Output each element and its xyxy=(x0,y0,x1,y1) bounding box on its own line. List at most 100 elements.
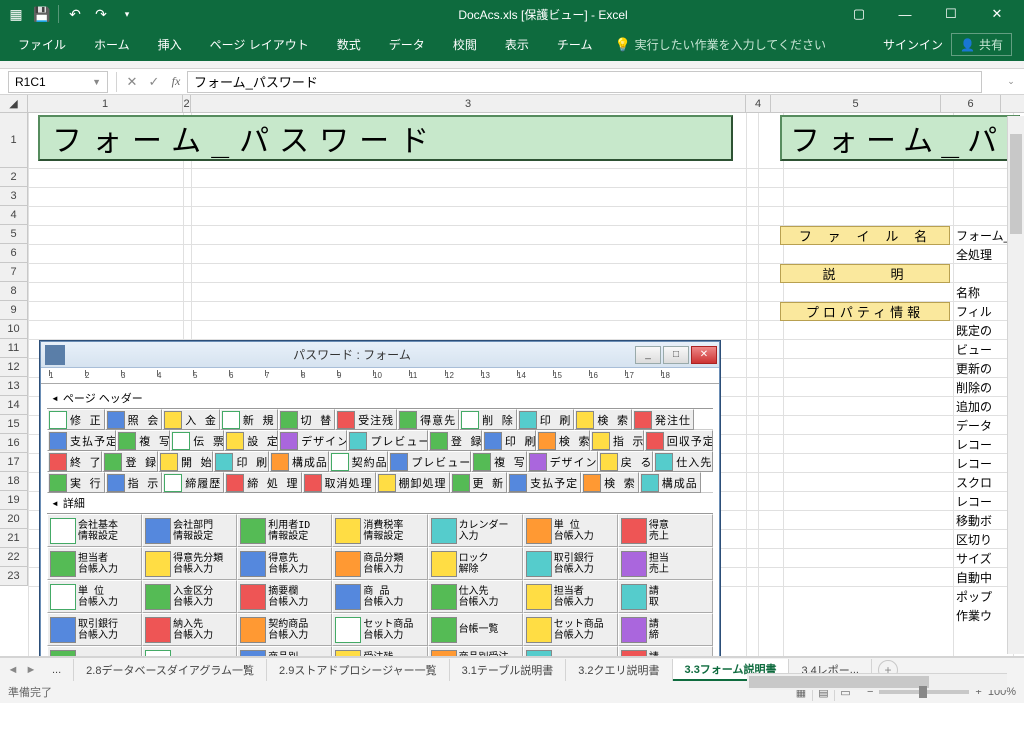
form-detail-button[interactable]: 商品別 受注明細表 xyxy=(237,646,332,657)
form-button[interactable]: 得意先 xyxy=(397,409,459,430)
form-detail-button[interactable]: 会社部門 情報設定 xyxy=(142,514,237,547)
embedded-form-window[interactable]: パスワード : フォーム _ □ ✕ 123456789101112131415… xyxy=(40,341,720,657)
form-button[interactable]: 登 録 xyxy=(428,430,482,451)
form-detail-button[interactable]: セット商品 台帳入力 xyxy=(523,613,618,646)
row-header[interactable]: 15 xyxy=(0,415,28,434)
row-header[interactable]: 16 xyxy=(0,434,28,453)
row-header[interactable]: 11 xyxy=(0,339,28,358)
form-detail-button[interactable]: 消費税率 情報設定 xyxy=(332,514,427,547)
col-header[interactable]: 4 xyxy=(746,95,771,112)
form-button[interactable]: 印 刷 xyxy=(517,409,575,430)
row-header[interactable]: 6 xyxy=(0,244,28,263)
form-button[interactable]: デザイン xyxy=(527,451,598,472)
label-cell-prop[interactable]: プロパティ情報 xyxy=(780,302,950,321)
sheet-tab[interactable]: 2.8データベースダイアグラム一覧 xyxy=(74,659,267,681)
col-header[interactable]: 3 xyxy=(191,95,746,112)
form-detail-button[interactable]: 商品分類 台帳入力 xyxy=(332,547,427,580)
form-button[interactable]: 終 了 xyxy=(47,451,102,472)
form-detail-button[interactable]: 受注入力 xyxy=(47,646,142,657)
form-detail-button[interactable]: カレンダー 入力 xyxy=(428,514,523,547)
zoom-slider[interactable] xyxy=(879,690,969,694)
sheet-tab[interactable]: 3.1テーブル説明書 xyxy=(450,659,567,681)
form-detail-button[interactable]: 受注残 明細表 xyxy=(332,646,427,657)
form-maximize[interactable]: □ xyxy=(663,346,689,364)
row-header[interactable]: 7 xyxy=(0,263,28,282)
chevron-down-icon[interactable]: ▼ xyxy=(92,77,101,87)
form-button[interactable]: 構成品 xyxy=(269,451,329,472)
form-detail-button[interactable]: 請 取 xyxy=(618,580,713,613)
form-detail-button[interactable]: 請 締 xyxy=(618,613,713,646)
expand-formula-bar[interactable]: ⌄ xyxy=(1002,76,1020,87)
form-detail-button[interactable]: 単 位 台帳入力 xyxy=(523,514,618,547)
col-header[interactable]: 2 xyxy=(183,95,191,112)
form-detail-button[interactable]: 単 位 台帳入力 xyxy=(47,580,142,613)
form-detail-button[interactable]: 商 品 台帳入力 xyxy=(332,580,427,613)
form-detail-button[interactable]: 担当者 台帳入力 xyxy=(47,547,142,580)
row-header[interactable]: 18 xyxy=(0,472,28,491)
form-button[interactable]: 締履歴 xyxy=(162,472,224,493)
form-detail-button[interactable]: 担当者 台帳入力 xyxy=(523,580,618,613)
zoom-thumb[interactable] xyxy=(919,686,927,698)
row-header[interactable]: 22 xyxy=(0,548,28,567)
form-detail-button[interactable]: 台帳一覧 xyxy=(428,613,523,646)
form-button[interactable]: 印 刷 xyxy=(482,430,536,451)
fx-icon[interactable]: fx xyxy=(165,71,187,93)
form-button[interactable]: 新 規 xyxy=(220,409,278,430)
row-header[interactable]: 13 xyxy=(0,377,28,396)
form-detail-button[interactable]: 取引銀行 台帳入力 xyxy=(523,547,618,580)
scrollbar-thumb[interactable] xyxy=(749,676,929,688)
form-button[interactable]: 開 始 xyxy=(158,451,213,472)
row-header[interactable]: 8 xyxy=(0,282,28,301)
row-header[interactable]: 4 xyxy=(0,206,28,225)
form-detail-button[interactable]: セット商品 台帳入力 xyxy=(332,613,427,646)
form-button[interactable]: プレビュー xyxy=(388,451,471,472)
merged-title-cell-2[interactable]: フォーム_パスワー xyxy=(780,115,1020,161)
form-detail-button[interactable]: 摘要欄 台帳入力 xyxy=(237,580,332,613)
form-detail-button[interactable]: 得意 売上 xyxy=(618,514,713,547)
tab-data[interactable]: データ xyxy=(375,28,439,61)
enter-formula-icon[interactable]: ✓ xyxy=(143,71,165,93)
tab-layout[interactable]: ページ レイアウト xyxy=(196,28,323,61)
form-button[interactable]: 複 写 xyxy=(116,430,170,451)
form-button[interactable]: デザイン xyxy=(278,430,347,451)
row-header[interactable]: 1 xyxy=(0,113,28,168)
signin-link[interactable]: サインイン xyxy=(883,36,943,53)
tab-insert[interactable]: 挿入 xyxy=(144,28,196,61)
form-button[interactable]: 複 写 xyxy=(471,451,526,472)
form-detail-button[interactable]: 受注明細表 xyxy=(142,646,237,657)
vertical-scrollbar[interactable] xyxy=(1007,116,1024,654)
form-detail-button[interactable]: ロック 解除 xyxy=(428,547,523,580)
row-header[interactable]: 19 xyxy=(0,491,28,510)
row-header[interactable]: 2 xyxy=(0,168,28,187)
row-header[interactable]: 5 xyxy=(0,225,28,244)
form-button[interactable]: 実 行 xyxy=(47,472,105,493)
form-button[interactable]: 検 索 xyxy=(574,409,632,430)
form-detail-button[interactable]: 得意先分類 台帳入力 xyxy=(142,547,237,580)
form-detail-button[interactable]: 入金区分 台帳入力 xyxy=(142,580,237,613)
scrollbar-thumb[interactable] xyxy=(1010,134,1022,234)
sheet-tab[interactable]: 3.2クエリ説明書 xyxy=(566,659,672,681)
qat-customize[interactable]: ▾ xyxy=(115,3,139,25)
label-cell-file[interactable]: フ ァ イ ル 名 xyxy=(780,226,950,245)
row-header[interactable]: 23 xyxy=(0,567,28,586)
form-button[interactable]: 支払予定 xyxy=(507,472,581,493)
form-button[interactable]: 登 録 xyxy=(102,451,157,472)
form-button[interactable]: 更 新 xyxy=(450,472,508,493)
form-button[interactable]: 棚卸処理 xyxy=(376,472,450,493)
label-cell-desc[interactable]: 説 明 xyxy=(780,264,950,283)
share-button[interactable]: 👤共有 xyxy=(951,33,1012,56)
tab-team[interactable]: チーム xyxy=(543,28,607,61)
formula-input[interactable]: フォーム_パスワード xyxy=(187,71,982,93)
row-header[interactable]: 12 xyxy=(0,358,28,377)
form-detail-button[interactable]: 契約商品 台帳入力 xyxy=(237,613,332,646)
section-page-header[interactable]: ページ ヘッダー xyxy=(47,388,713,409)
col-header[interactable]: 6 xyxy=(941,95,1001,112)
ribbon-display-options[interactable]: ▢ xyxy=(836,0,882,28)
row-header[interactable]: 20 xyxy=(0,510,28,529)
merged-title-cell[interactable]: フォーム_パスワード xyxy=(38,115,733,161)
row-header[interactable]: 10 xyxy=(0,320,28,339)
form-button[interactable]: 構成品 xyxy=(639,472,701,493)
name-box[interactable]: R1C1▼ xyxy=(8,71,108,93)
form-button[interactable]: 伝 票 xyxy=(170,430,224,451)
form-button[interactable]: 契約品 xyxy=(329,451,389,472)
